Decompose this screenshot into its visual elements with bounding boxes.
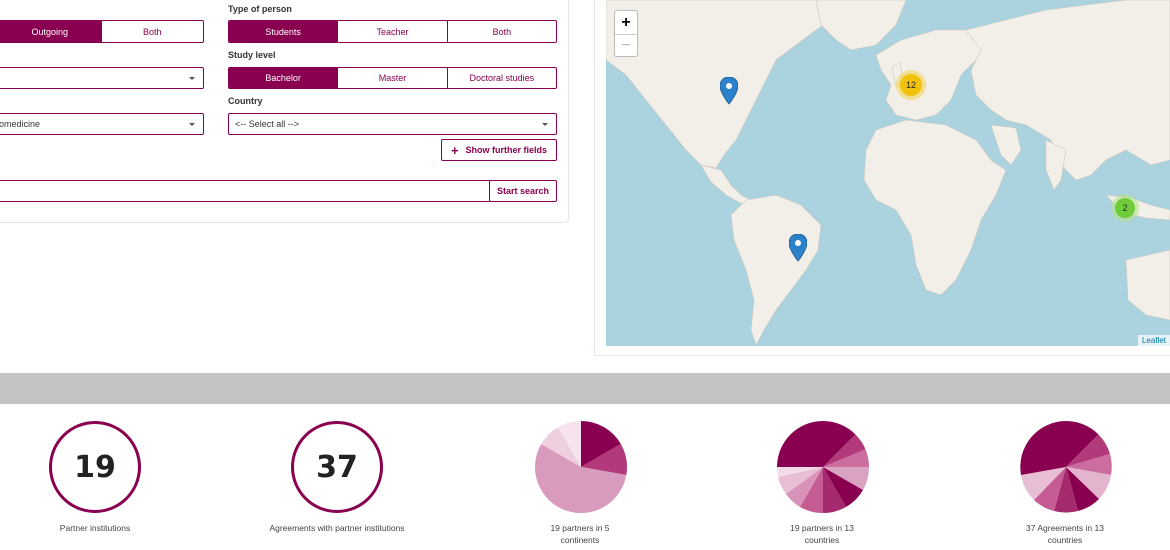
section-divider-band <box>0 373 1170 404</box>
map-cluster-europe[interactable]: 12 <box>896 70 926 100</box>
continents-caption: 19 partners in 5 continents <box>515 522 645 546</box>
subject-select[interactable]: omedicine <box>0 113 204 135</box>
continents-pie-chart <box>534 421 627 514</box>
country-select[interactable]: <-- Select all --> <box>228 113 557 135</box>
countries-caption-line1: 19 partners in 13 <box>790 523 854 533</box>
subject-select-value: omedicine <box>0 119 41 129</box>
zoom-out-button[interactable]: − <box>615 34 637 57</box>
plus-icon: + <box>450 142 459 158</box>
country-label: Country <box>228 96 263 106</box>
map-cluster-asia[interactable]: 2 <box>1111 194 1139 222</box>
direction-both-button[interactable]: Both <box>102 21 204 42</box>
countries-caption: 19 partners in 13 countries <box>757 522 887 546</box>
agreements-caption: Agreements with partner institutions <box>269 523 405 533</box>
map-cluster-europe-count: 12 <box>900 74 922 96</box>
direction-outgoing-button[interactable]: Outgoing <box>0 21 102 42</box>
countries-caption-line2: countries <box>804 535 840 545</box>
chevron-down-icon <box>189 77 195 80</box>
partner-institutions-count: 19 <box>49 421 141 513</box>
chevron-down-icon <box>542 123 548 126</box>
show-further-fields-button[interactable]: + Show further fields <box>441 139 557 161</box>
country-select-value: <-- Select all --> <box>235 119 300 129</box>
partner-institutions-caption: Partner institutions <box>59 523 131 533</box>
type-students-button[interactable]: Students <box>229 21 339 42</box>
level-doctoral-button[interactable]: Doctoral studies <box>448 68 556 88</box>
study-level-label: Study level <box>228 50 276 60</box>
map-marker-south-america[interactable] <box>789 234 807 262</box>
agreements-countries-caption-line2: countries <box>1047 535 1083 545</box>
type-of-person-toggle: Students Teacher Both <box>228 20 557 43</box>
search-input[interactable] <box>0 180 490 202</box>
map-attribution[interactable]: Leaflet <box>1137 335 1170 346</box>
continents-caption-line1: 19 partners in 5 <box>550 523 610 533</box>
type-both-button[interactable]: Both <box>448 21 556 42</box>
agreements-countries-caption-line1: 37 Agreements in 13 <box>1026 523 1104 533</box>
start-search-button[interactable]: Start search <box>489 180 557 202</box>
map-zoom-control: + − <box>614 10 638 57</box>
partner-map[interactable]: 12 2 Leaflet <box>606 0 1170 346</box>
type-teacher-button[interactable]: Teacher <box>338 21 448 42</box>
zoom-in-button[interactable]: + <box>615 11 637 34</box>
world-map-land <box>606 0 1170 346</box>
level-master-button[interactable]: Master <box>338 68 448 88</box>
left-select-1[interactable] <box>0 67 204 89</box>
agreements-count: 37 <box>291 421 383 513</box>
direction-toggle: Outgoing Both <box>0 20 204 43</box>
map-marker-north-america[interactable] <box>720 77 738 105</box>
chevron-down-icon <box>189 123 195 126</box>
agreements-countries-caption: 37 Agreements in 13 countries <box>1000 522 1130 546</box>
continents-caption-line2: continents <box>560 535 600 545</box>
type-of-person-label: Type of person <box>228 4 292 14</box>
level-bachelor-button[interactable]: Bachelor <box>229 68 339 88</box>
countries-pie-chart <box>776 421 870 514</box>
map-cluster-asia-count: 2 <box>1115 198 1135 218</box>
study-level-toggle: Bachelor Master Doctoral studies <box>228 67 557 89</box>
agreements-pie-chart <box>1020 421 1112 513</box>
show-further-fields-label: Show further fields <box>465 145 548 155</box>
